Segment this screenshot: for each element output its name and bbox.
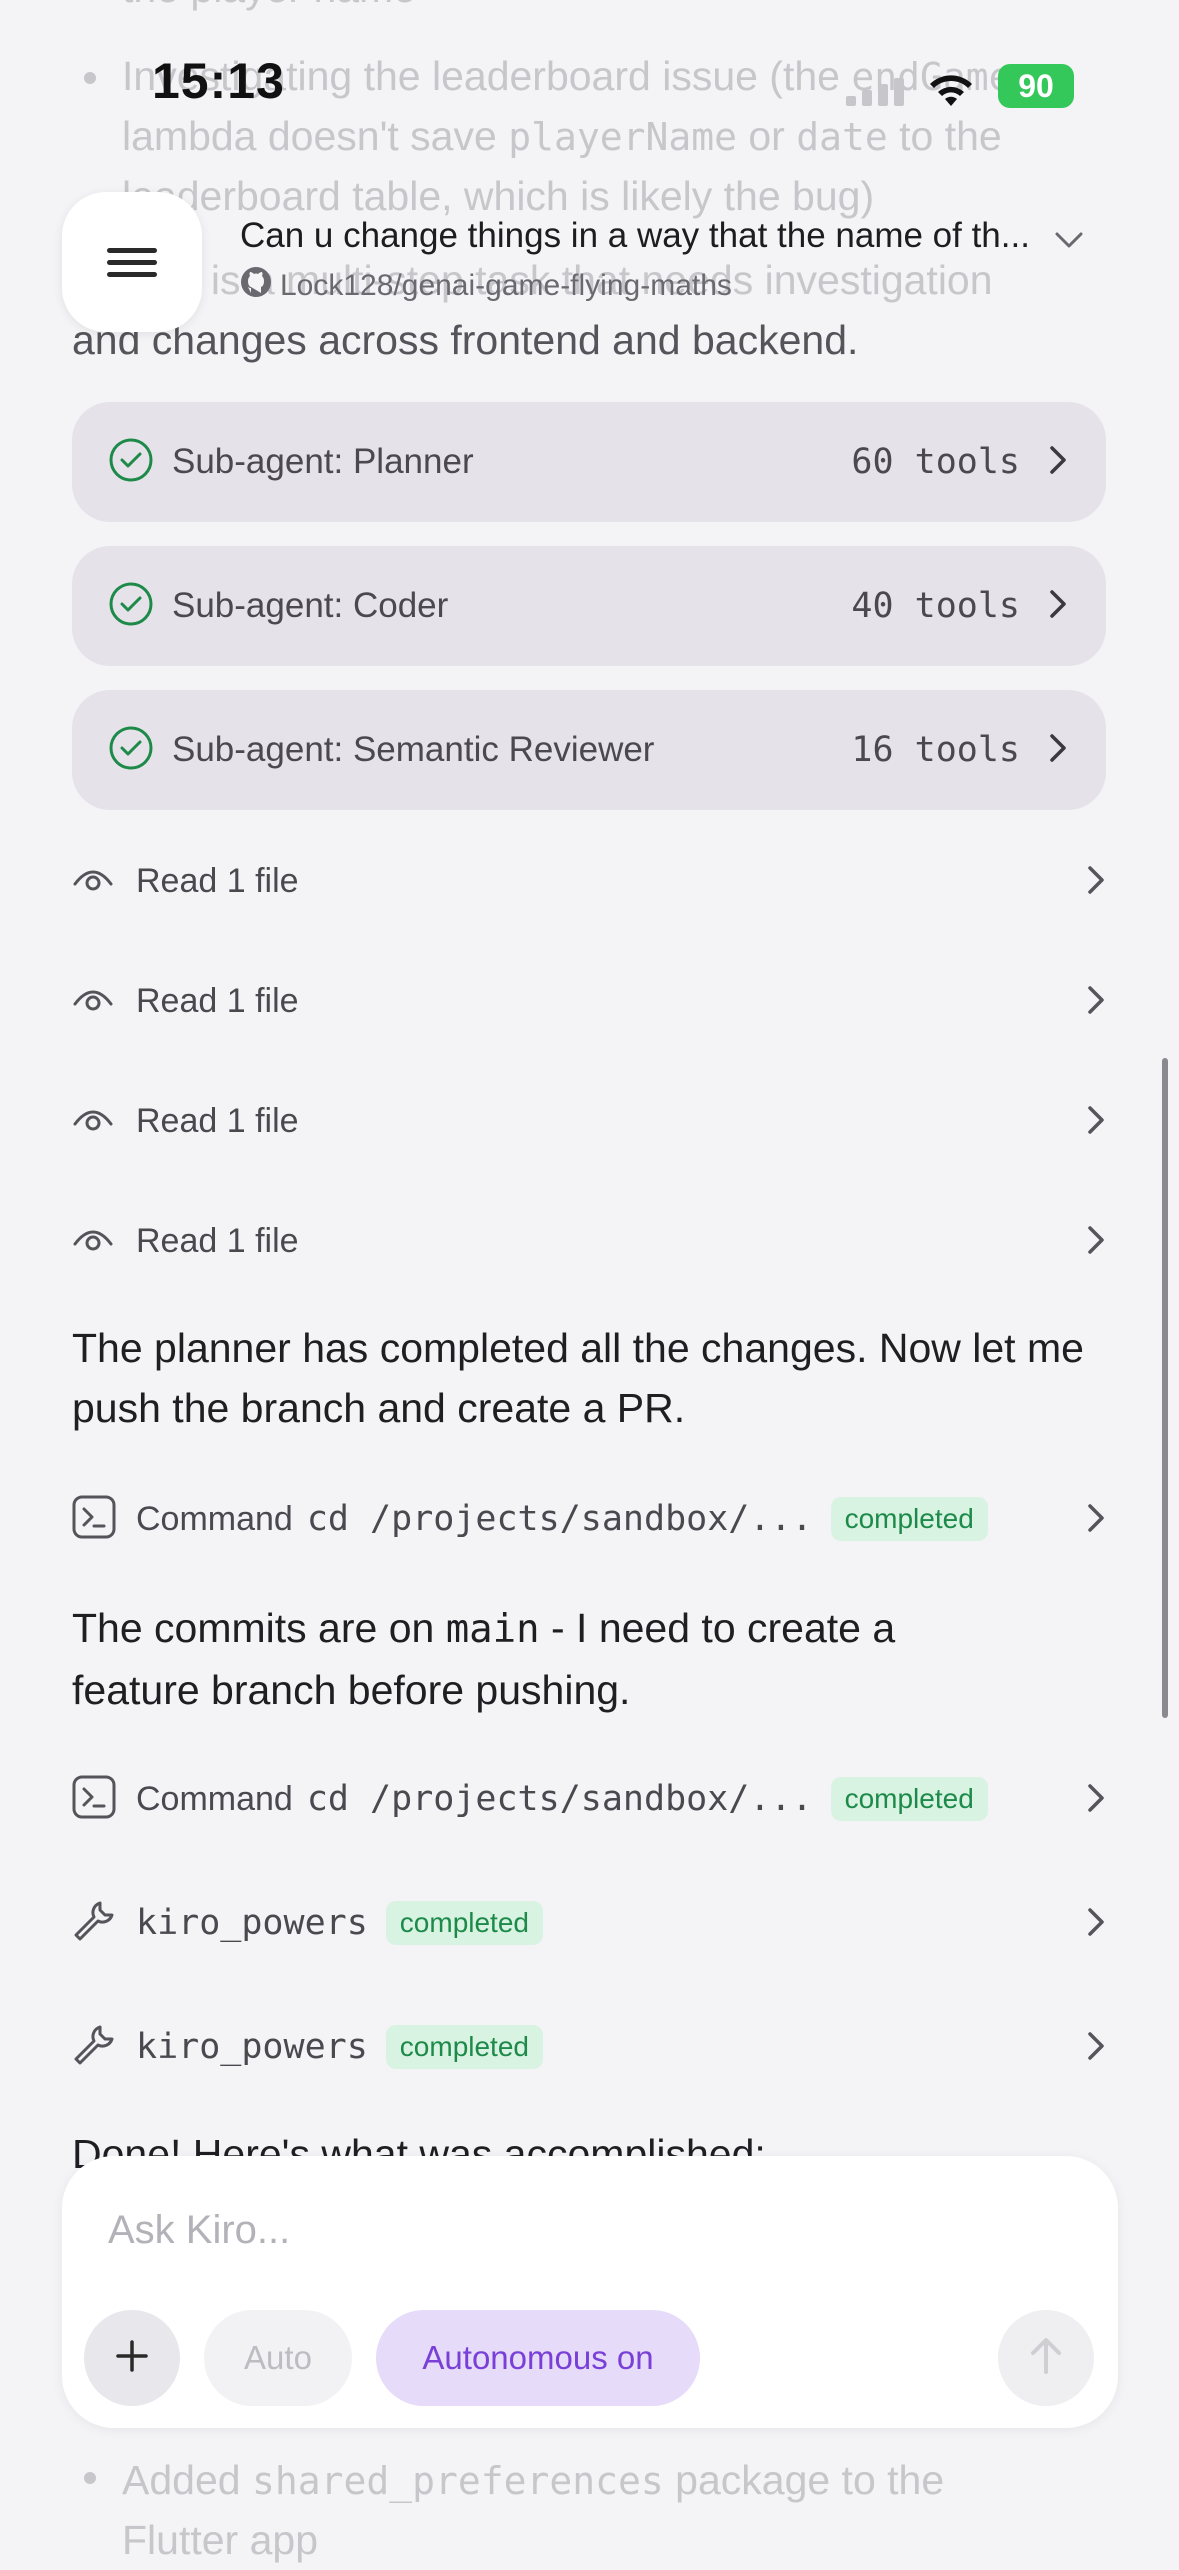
status-time: 15:13	[152, 53, 285, 109]
read-file-row[interactable]: Read 1 file	[72, 1086, 1106, 1156]
chevron-right-icon	[1048, 588, 1068, 625]
command-text: cd /projects/sandbox/...	[306, 1779, 813, 1819]
read-file-label: Read 1 file	[136, 1101, 299, 1140]
scrollbar-thumb[interactable]	[1162, 1058, 1168, 1718]
command-label: Command	[136, 1779, 293, 1818]
read-file-label: Read 1 file	[136, 861, 299, 900]
background-text-line: and changes across frontend and backend.	[72, 317, 859, 363]
eye-icon	[72, 1224, 114, 1259]
background-bottom-line1: Added shared_preferences package to the	[122, 2457, 945, 2503]
chevron-right-icon	[1086, 2030, 1106, 2067]
status-badge: completed	[830, 1777, 988, 1821]
plus-icon	[114, 2338, 150, 2379]
eye-icon	[72, 864, 114, 899]
subagent-tools-count: 40 tools	[851, 586, 1020, 626]
background-top-clipped: the player name	[122, 0, 416, 18]
chevron-right-icon	[1086, 1502, 1106, 1539]
subagent-card-coder[interactable]: Sub-agent: Coder 40 tools	[72, 546, 1106, 666]
eye-icon	[72, 984, 114, 1019]
command-row[interactable]: Command cd /projects/sandbox/... complet…	[72, 1484, 1106, 1554]
read-file-label: Read 1 file	[136, 981, 299, 1020]
chevron-right-icon	[1048, 732, 1068, 769]
chevron-right-icon	[1086, 1104, 1106, 1141]
auto-mode-button[interactable]: Auto	[204, 2310, 352, 2406]
menu-button[interactable]	[62, 192, 202, 332]
tool-name: kiro_powers	[136, 1903, 368, 1943]
subagent-tools-count: 60 tools	[851, 442, 1020, 482]
autonomous-toggle[interactable]: Autonomous on	[376, 2310, 700, 2406]
read-file-row[interactable]: Read 1 file	[72, 966, 1106, 1036]
github-icon	[240, 266, 272, 306]
command-label: Command	[136, 1499, 293, 1538]
subagent-label: Sub-agent: Coder	[172, 586, 449, 625]
terminal-icon	[72, 1495, 116, 1544]
tool-row[interactable]: kiro_powers completed	[72, 1888, 1106, 1958]
command-row[interactable]: Command cd /projects/sandbox/... complet…	[72, 1764, 1106, 1834]
arrow-up-icon	[1028, 2336, 1064, 2381]
subagent-label: Sub-agent: Planner	[172, 442, 474, 481]
repo-label: Lock128/genai-game-flying-maths	[240, 266, 732, 306]
wifi-icon	[926, 70, 976, 115]
chevron-right-icon	[1086, 1906, 1106, 1943]
battery-indicator: 90	[998, 64, 1074, 108]
eye-icon	[72, 1104, 114, 1139]
subagent-card-planner[interactable]: Sub-agent: Planner 60 tools	[72, 402, 1106, 522]
check-circle-icon	[108, 581, 154, 632]
status-badge: completed	[385, 2025, 543, 2069]
assistant-message: The planner has completed all the change…	[72, 1325, 1084, 1431]
chevron-down-icon	[1054, 218, 1084, 258]
status-badge: completed	[385, 1901, 543, 1945]
chevron-right-icon	[1048, 444, 1068, 481]
status-badge: completed	[830, 1497, 988, 1541]
read-file-label: Read 1 file	[136, 1221, 299, 1260]
composer: Ask Kiro... Auto Autonomous on	[62, 2156, 1118, 2428]
check-circle-icon	[108, 437, 154, 488]
read-file-row[interactable]: Read 1 file	[72, 1206, 1106, 1276]
conversation-title[interactable]: Can u change things in a way that the na…	[240, 216, 1083, 258]
read-file-row[interactable]: Read 1 file	[72, 846, 1106, 916]
chevron-right-icon	[1086, 1224, 1106, 1261]
add-attachment-button[interactable]	[84, 2310, 180, 2406]
wrench-icon	[72, 2023, 116, 2072]
background-bottom-line2: Flutter app	[122, 2517, 318, 2563]
background-bullet-line2: lambda doesn't save playerName or date t…	[122, 113, 1002, 159]
check-circle-icon	[108, 725, 154, 776]
subagent-label: Sub-agent: Semantic Reviewer	[172, 730, 655, 769]
command-text: cd /projects/sandbox/...	[306, 1499, 813, 1539]
tool-name: kiro_powers	[136, 2027, 368, 2067]
chevron-right-icon	[1086, 864, 1106, 901]
assistant-message: The commits are on main - I need to crea…	[72, 1605, 896, 1713]
prompt-input[interactable]: Ask Kiro...	[108, 2208, 290, 2253]
hamburger-icon	[107, 241, 157, 284]
chevron-right-icon	[1086, 1782, 1106, 1819]
bullet-dot	[84, 2472, 96, 2484]
tool-row[interactable]: kiro_powers completed	[72, 2012, 1106, 2082]
bullet-dot	[84, 72, 96, 84]
chevron-right-icon	[1086, 984, 1106, 1021]
wrench-icon	[72, 1899, 116, 1948]
subagent-card-semantic-reviewer[interactable]: Sub-agent: Semantic Reviewer 16 tools	[72, 690, 1106, 810]
cellular-signal-icon	[846, 76, 906, 113]
send-button[interactable]	[998, 2310, 1094, 2406]
terminal-icon	[72, 1775, 116, 1824]
subagent-tools-count: 16 tools	[851, 730, 1020, 770]
